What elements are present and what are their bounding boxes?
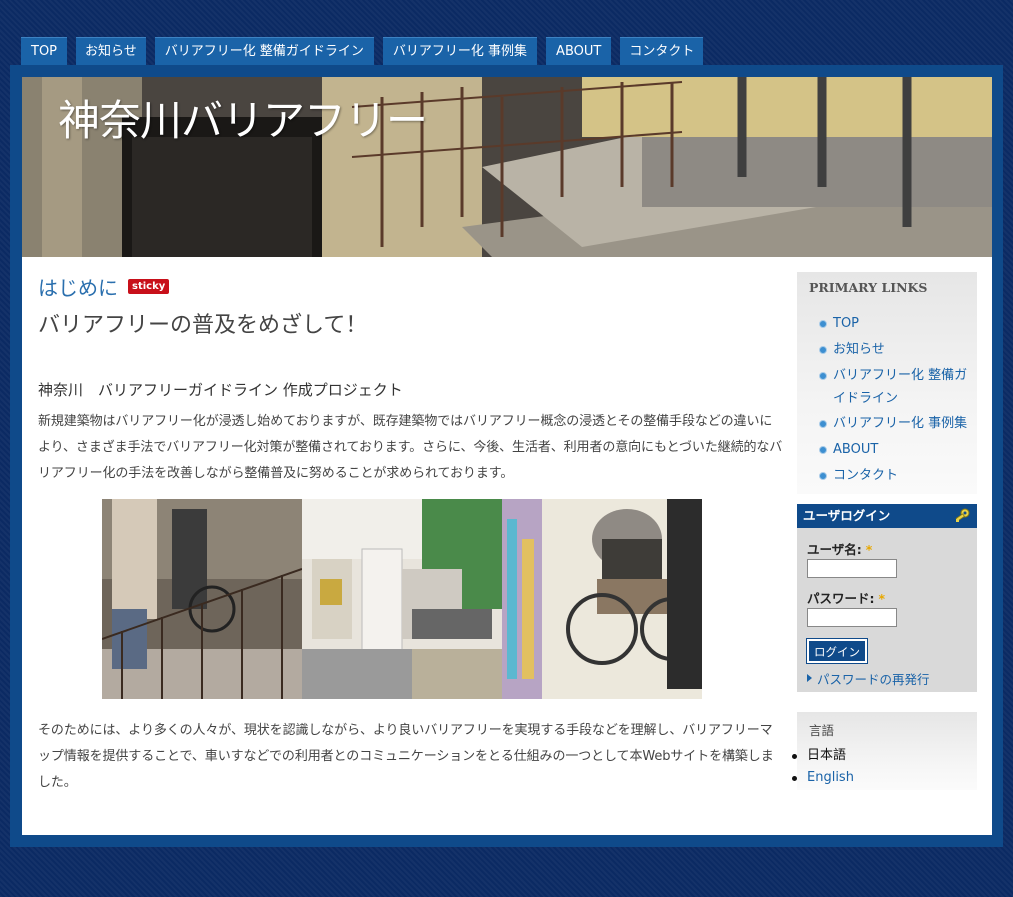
- sticky-badge: sticky: [128, 278, 170, 294]
- primary-link-about-label[interactable]: ABOUT: [833, 442, 878, 457]
- language-list: 日本語 English: [792, 745, 854, 789]
- nav-cases[interactable]: バリアフリー化 事例集: [382, 37, 538, 65]
- login-header: ユーザログイン: [797, 504, 977, 528]
- primary-link-top-label[interactable]: TOP: [833, 316, 859, 331]
- post-title[interactable]: はじめに: [38, 272, 118, 301]
- primary-link-guideline-label[interactable]: バリアフリー化 整備ガイドライン: [833, 368, 967, 406]
- username-input[interactable]: [807, 559, 897, 578]
- site-title[interactable]: 神奈川バリアフリー: [58, 87, 428, 148]
- language-title: 言語: [809, 723, 835, 738]
- key-icon: [955, 508, 970, 522]
- user-login-block: ユーザログイン ユーザ名: * パスワード: * ログイン パスワードの再発行: [797, 504, 977, 692]
- nav-guideline[interactable]: バリアフリー化 整備ガイドライン: [154, 37, 374, 65]
- page-container: 神奈川バリアフリー はじめに sticky バリアフリーの普及をめざして！ 神奈…: [22, 77, 992, 835]
- language-item-japanese[interactable]: 日本語: [792, 745, 854, 767]
- primary-link-about: ABOUT: [819, 438, 977, 462]
- login-button[interactable]: ログイン: [806, 638, 868, 664]
- language-block: 言語 日本語 English: [792, 712, 977, 790]
- nav-news[interactable]: お知らせ: [76, 37, 146, 65]
- section-heading: 神奈川 バリアフリーガイドライン 作成プロジェクト: [38, 381, 403, 399]
- primary-link-contact: コンタクト: [819, 464, 977, 488]
- top-nav: TOP お知らせ バリアフリー化 整備ガイドライン バリアフリー化 事例集 AB…: [21, 37, 704, 65]
- login-form: ユーザ名: * パスワード: * ログイン パスワードの再発行: [797, 528, 977, 688]
- primary-link-contact-label[interactable]: コンタクト: [833, 468, 898, 483]
- password-reset-link[interactable]: パスワードの再発行: [807, 669, 977, 688]
- post-subtitle: バリアフリーの普及をめざして！: [38, 313, 368, 338]
- primary-links-block: PRIMARY LINKS TOP お知らせ バリアフリー化 整備ガイドライン …: [797, 272, 977, 494]
- photo-handrail-stairs: [102, 499, 302, 699]
- primary-links-list: TOP お知らせ バリアフリー化 整備ガイドライン バリアフリー化 事例集 AB…: [809, 312, 977, 488]
- primary-links-title: PRIMARY LINKS: [809, 280, 928, 295]
- primary-link-top: TOP: [819, 312, 977, 336]
- header-banner: 神奈川バリアフリー: [22, 77, 992, 257]
- post-header: はじめに sticky: [38, 272, 783, 301]
- intro-paragraph: 新規建築物はバリアフリー化が浸透し始めておりますが、既存建築物ではバリアフリー概…: [38, 414, 783, 481]
- primary-link-news: お知らせ: [819, 338, 977, 362]
- login-title: ユーザログイン: [803, 508, 891, 523]
- closing-paragraph: そのためには、より多くの人々が、現状を認識しながら、より良いバリアフリーを実現す…: [38, 723, 774, 790]
- photo-wheelchair-store: [502, 499, 702, 699]
- main-content: はじめに sticky バリアフリーの普及をめざして！ 神奈川 バリアフリーガイ…: [38, 273, 783, 796]
- language-item-english[interactable]: English: [792, 767, 854, 789]
- password-label: パスワード: *: [807, 591, 886, 606]
- primary-link-news-label[interactable]: お知らせ: [833, 342, 885, 357]
- photo-strip: [102, 499, 702, 699]
- primary-link-cases: バリアフリー化 事例集: [819, 412, 977, 436]
- nav-contact[interactable]: コンタクト: [620, 37, 704, 65]
- password-required-mark: *: [878, 591, 886, 606]
- nav-about[interactable]: ABOUT: [546, 37, 612, 65]
- primary-link-guideline: バリアフリー化 整備ガイドライン: [819, 364, 977, 410]
- username-required-mark: *: [865, 542, 873, 557]
- primary-link-cases-label[interactable]: バリアフリー化 事例集: [833, 416, 967, 431]
- username-label: ユーザ名: *: [807, 542, 873, 557]
- password-input[interactable]: [807, 608, 897, 627]
- nav-top[interactable]: TOP: [21, 37, 68, 65]
- sidebar: PRIMARY LINKS TOP お知らせ バリアフリー化 整備ガイドライン …: [792, 272, 977, 790]
- photo-stair-lift: [302, 499, 502, 699]
